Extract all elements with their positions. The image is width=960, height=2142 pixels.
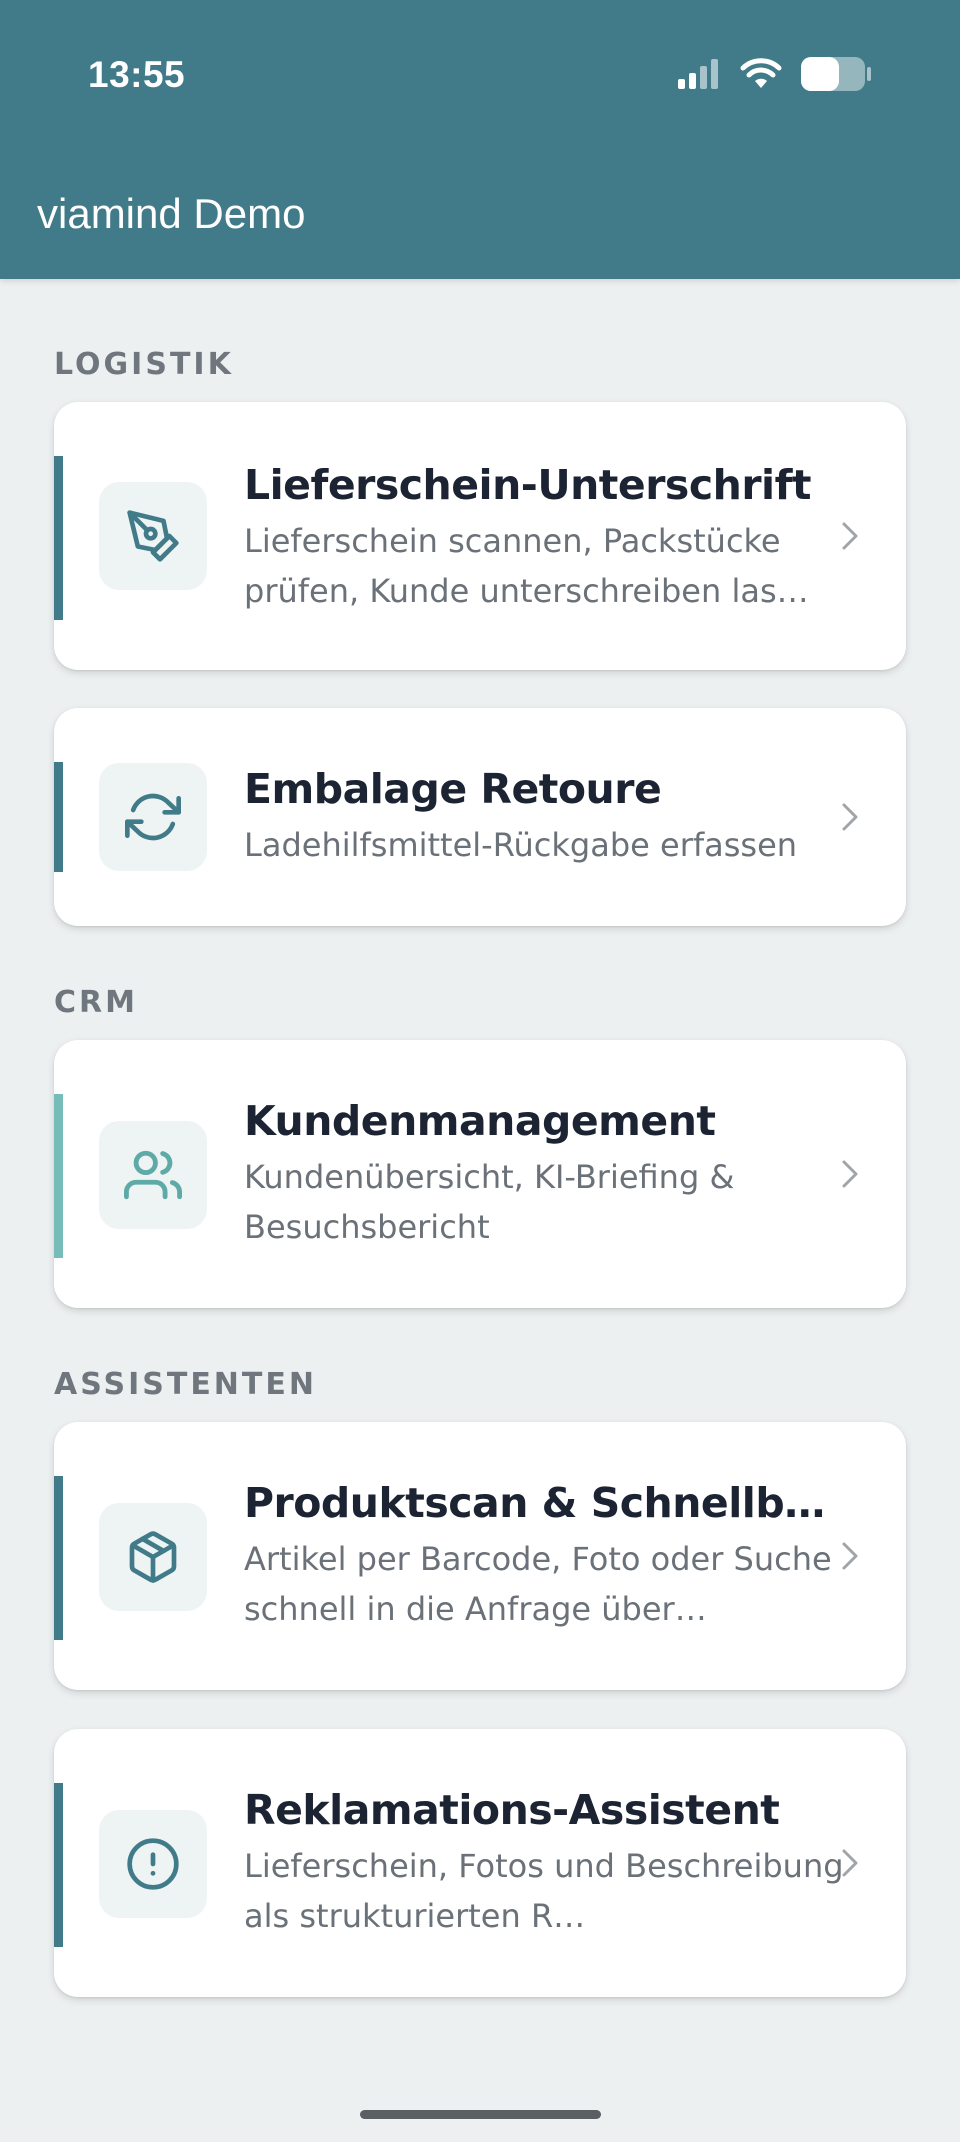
app-title: viamind Demo [37, 190, 306, 237]
status-icons [678, 56, 872, 96]
card-accent [54, 1476, 63, 1640]
battery-icon [800, 56, 872, 97]
card-kundenmanagement[interactable]: Kundenmanagement Kundenübersicht, KI-Bri… [54, 1040, 906, 1308]
chevron-right-icon [842, 803, 858, 831]
chevron-right-icon [842, 1849, 858, 1877]
card-accent [54, 456, 63, 620]
card-accent [54, 1783, 63, 1947]
card-title: Kundenmanagement [244, 1097, 716, 1145]
card-accent [54, 1094, 63, 1258]
section-label-crm: CRM [54, 985, 138, 1020]
users-icon [99, 1121, 207, 1229]
app-bar: 13:55 viamind Demo [0, 0, 960, 279]
card-accent [54, 762, 63, 872]
card-description: Lieferschein scannen, Packstücke prüfen,… [244, 522, 809, 610]
card-title: Reklamations-Assistent [244, 1786, 780, 1834]
chevron-right-icon [842, 522, 858, 550]
chevron-right-icon [842, 1160, 858, 1188]
alert-circle-icon [99, 1810, 207, 1918]
card-description: Ladehilfsmittel-Rückgabe erfassen [244, 826, 798, 864]
chevron-right-icon [842, 1542, 858, 1570]
card-title: Lieferschein-Unterschrift [244, 461, 812, 509]
section-label-assistenten: ASSISTENTEN [54, 1367, 317, 1402]
card-title: Embalage Retoure [244, 765, 662, 813]
wifi-icon [740, 57, 782, 95]
card-title: Produktscan & Schnellbest… [244, 1479, 844, 1527]
cellular-signal-icon [678, 58, 722, 94]
status-time: 13:55 [88, 54, 186, 95]
card-description: Artikel per Barcode, Foto oder Suche sch… [244, 1540, 832, 1628]
section-label-logistik: LOGISTIK [54, 347, 234, 382]
card-embalage-retoure[interactable]: Embalage Retoure Ladehilfsmittel-Rückgab… [54, 708, 906, 926]
card-produktscan[interactable]: Produktscan & Schnellbest… Artikel per B… [54, 1422, 906, 1690]
card-description: Lieferschein, Fotos und Beschreibung als… [244, 1847, 844, 1935]
card-reklamations-assistent[interactable]: Reklamations-Assistent Lieferschein, Fot… [54, 1729, 906, 1997]
home-indicator[interactable] [360, 2110, 601, 2119]
card-description: Kundenübersicht, KI-Briefing & Besuchsbe… [244, 1158, 735, 1246]
refresh-icon [99, 763, 207, 871]
pen-tool-icon [99, 482, 207, 590]
card-lieferschein-unterschrift[interactable]: Lieferschein-Unterschrift Lieferschein s… [54, 402, 906, 670]
package-icon [99, 1503, 207, 1611]
